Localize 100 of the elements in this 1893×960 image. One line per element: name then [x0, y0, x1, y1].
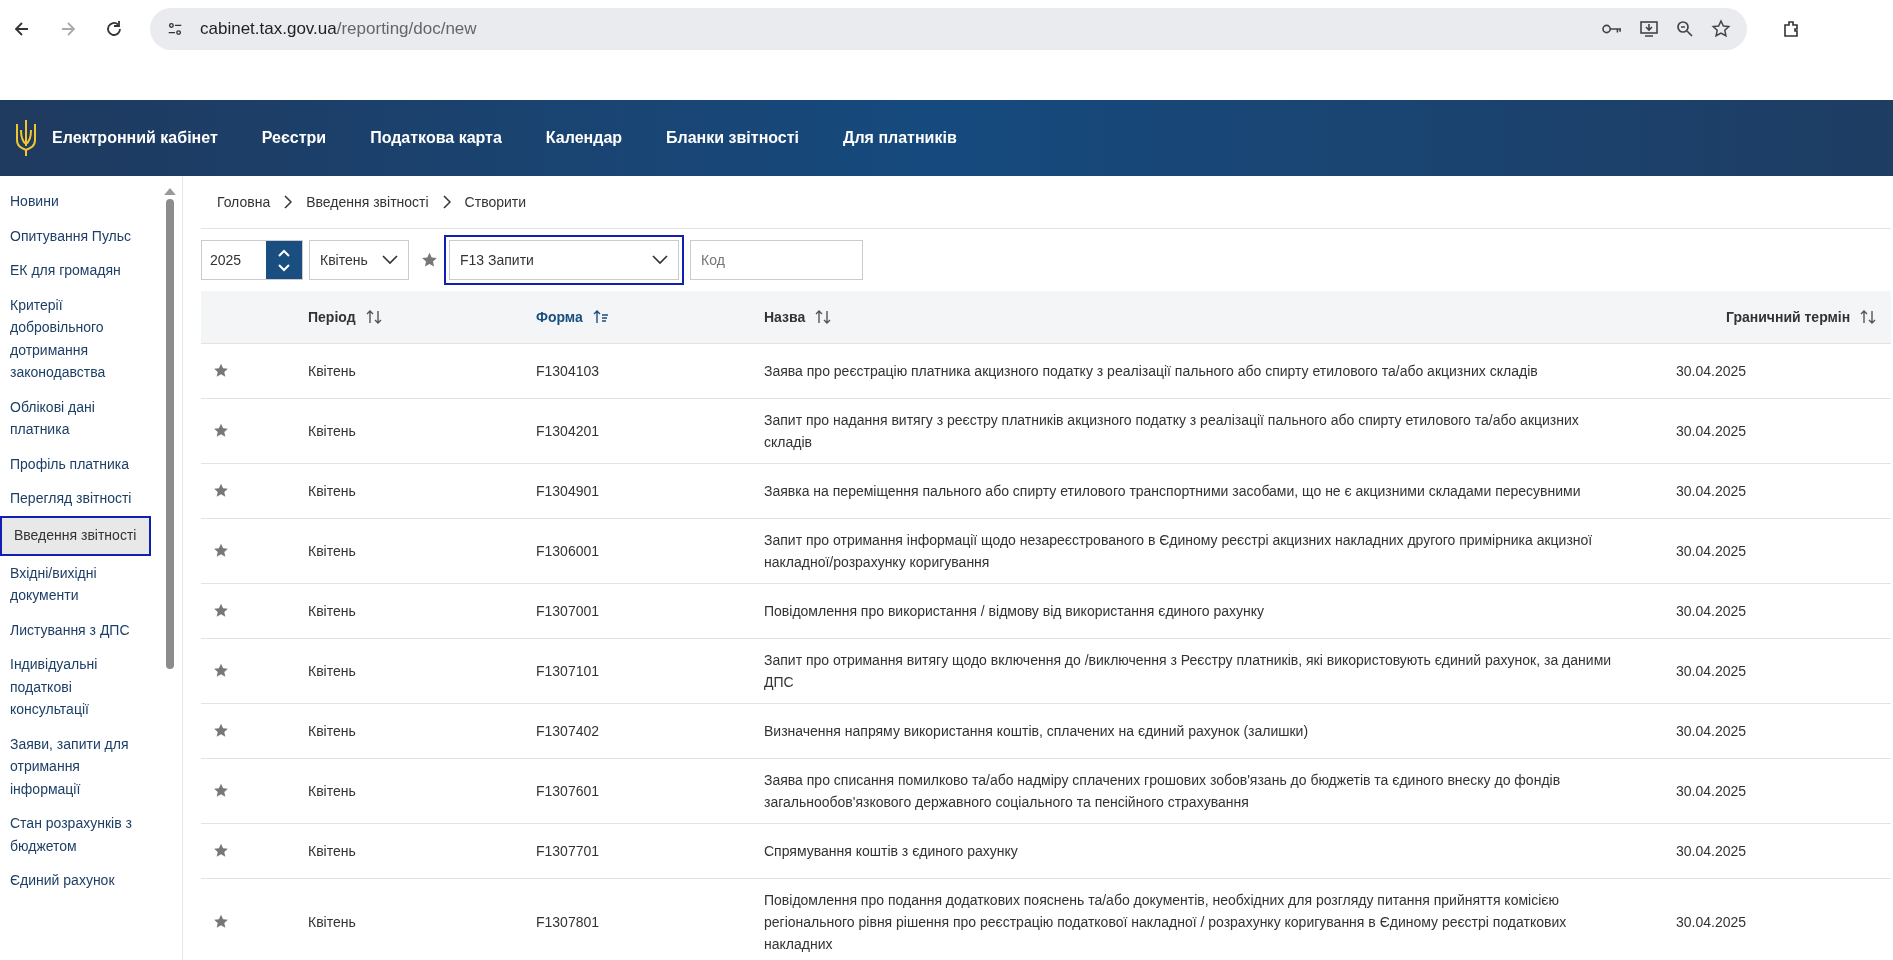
install-app-icon[interactable]: [1639, 19, 1659, 39]
sort-icon[interactable]: [365, 309, 382, 325]
table-cell-text: Квітень: [308, 542, 357, 561]
chevron-down-icon[interactable]: [652, 255, 668, 265]
nav-link[interactable]: Бланки звітності: [666, 129, 800, 147]
star-icon[interactable]: [421, 251, 438, 269]
table-cell-text: Визначення напряму використання коштів, сплачених на єдиний рахунок (залишки): [764, 722, 1310, 741]
breadcrumb-link[interactable]: Введення звітності: [306, 194, 429, 210]
table-cell-text: F1307601: [536, 782, 601, 801]
site-settings-icon[interactable]: [166, 20, 184, 38]
chevron-right-icon: [284, 195, 293, 209]
month-dropdown[interactable]: Квітень: [309, 240, 409, 280]
scrollbar-thumb[interactable]: [166, 199, 174, 669]
table-cell-text: Повідомлення про подання додаткових пояснень та/або документів, необхідних для розгляду питання прийняття комісією регіонального рівня рішення про реєстрацію податкової накладної / розрахунку коригування в Єдиному реєстрі податкових накладних: [764, 891, 1568, 954]
table-cell-text: 30.04.2025: [1676, 602, 1748, 621]
sidebar-item[interactable]: Облікові дані платника: [0, 389, 163, 447]
nav-link[interactable]: Реєстри: [261, 129, 327, 147]
sidebar-item[interactable]: Введення звітності: [0, 515, 151, 556]
table-cell-text: Квітень: [308, 602, 357, 621]
favorite-star-icon[interactable]: [213, 663, 229, 679]
code-field[interactable]: Код: [690, 240, 863, 280]
chevron-right-icon: [442, 195, 451, 209]
table-cell-text: F1307402: [536, 722, 601, 741]
table-cell-text: 30.04.2025: [1676, 722, 1748, 741]
trident-emblem-icon: [14, 118, 38, 158]
table-cell-text: 30.04.2025: [1676, 842, 1748, 861]
sort-ascending-icon[interactable]: [592, 309, 609, 325]
nav-link[interactable]: Для платників: [843, 129, 957, 147]
extensions-icon[interactable]: [1781, 19, 1801, 39]
brand-title[interactable]: Електронний кабінет: [52, 129, 218, 147]
table-cell-text: F1304201: [536, 422, 601, 441]
table-cell-text: Квітень: [308, 662, 357, 681]
sidebar-item[interactable]: Єдиний рахунок: [0, 863, 163, 898]
sort-icon[interactable]: [1860, 309, 1877, 325]
table-cell-text: Квітень: [308, 362, 357, 381]
favorite-star-icon[interactable]: [213, 723, 229, 739]
sidebar-item[interactable]: Листування з ДПС: [0, 612, 163, 647]
table-cell-text: Квітень: [308, 913, 357, 932]
table-cell-text: F1307801: [536, 913, 601, 932]
column-header[interactable]: Форма: [536, 309, 583, 325]
table-cell-text: F1307101: [536, 662, 601, 681]
table-cell-text: F1307701: [536, 842, 601, 861]
sidebar-item[interactable]: Профіль платника: [0, 446, 163, 481]
table-cell-text: F1307001: [536, 602, 601, 621]
form-group-dropdown[interactable]: F13 Запити: [449, 240, 679, 280]
table-cell-text: Запит про надання витягу з реєстру платників акцизного податку з реалізації пального або спирту етилового та/або акцизних складів: [764, 411, 1580, 452]
table-cell-text: 30.04.2025: [1676, 482, 1748, 501]
bookmark-star-icon[interactable]: [1711, 19, 1731, 39]
favorite-star-icon[interactable]: [213, 423, 229, 439]
favorite-star-icon[interactable]: [213, 843, 229, 859]
sidebar-item[interactable]: Новини: [0, 184, 163, 219]
favorite-star-icon[interactable]: [213, 603, 229, 619]
table-cell-text: F1304103: [536, 362, 601, 381]
table-cell-text: Повідомлення про використання / відмову від використання єдиного рахунку: [764, 602, 1265, 621]
table-cell-text: Запит про отримання витягу щодо включення до /виключення з Реєстру платників, які використовують єдиний рахунок, за даними ДПС: [764, 651, 1613, 692]
table-cell-text: 30.04.2025: [1676, 782, 1748, 801]
table-cell-text: Заява про списання помилково та/або надміру сплачених грошових зобов'язань до бюджетів та єдиного внеску до фондів загальнообов'язкового державного соціального та пенсійного страхування: [764, 771, 1562, 812]
sidebar-item[interactable]: Вхідні/вихідні документи: [0, 555, 163, 613]
sidebar-item[interactable]: ЕК для громадян: [0, 253, 163, 288]
sidebar-item[interactable]: Опитування Пульс: [0, 218, 163, 253]
table-cell-text: 30.04.2025: [1676, 542, 1748, 561]
reload-icon[interactable]: [104, 19, 124, 39]
table-cell-text: Квітень: [308, 722, 357, 741]
table-cell-text: 30.04.2025: [1676, 422, 1748, 441]
favorite-star-icon[interactable]: [213, 363, 229, 379]
table-cell-text: Квітень: [308, 842, 357, 861]
column-header[interactable]: Назва: [764, 309, 806, 325]
column-header[interactable]: Період: [308, 309, 356, 325]
favorite-star-icon[interactable]: [213, 914, 229, 930]
table-cell-text: F1306001: [536, 542, 601, 561]
sidebar-item[interactable]: Перегляд звітності: [0, 481, 163, 516]
favorite-star-icon[interactable]: [213, 783, 229, 799]
nav-link[interactable]: Податкова карта: [370, 129, 502, 147]
table-cell-text: Квітень: [308, 482, 357, 501]
table-cell-text: Заявка на переміщення пального або спирту етилового транспортними засобами, що не є акцизними складами пересувними: [764, 482, 1582, 501]
sidebar-item[interactable]: Індивідуальні податкові консультації: [0, 647, 163, 727]
table-cell-text: 30.04.2025: [1676, 662, 1748, 681]
breadcrumb-link[interactable]: Створити: [464, 194, 527, 210]
sidebar-item[interactable]: Стан розрахунків з бюджетом: [0, 806, 163, 863]
table-cell-text: 30.04.2025: [1676, 362, 1748, 381]
table-cell-text: F1304901: [536, 482, 601, 501]
table-cell-text: Квітень: [308, 422, 357, 441]
column-header[interactable]: Граничний термін: [1726, 309, 1851, 325]
favorite-star-icon[interactable]: [213, 483, 229, 499]
table-cell-text: 30.04.2025: [1676, 913, 1748, 932]
table-cell-text: Запит про отримання інформації щодо незареєстрованого в Єдиному реєстрі акцизних накладних другого примірника акцизної накладної/розрахунку коригування: [764, 531, 1594, 572]
breadcrumb-link[interactable]: Головна: [217, 194, 271, 210]
nav-link[interactable]: Календар: [545, 129, 623, 147]
sort-icon[interactable]: [815, 309, 832, 325]
favorite-star-icon[interactable]: [213, 543, 229, 559]
sidebar-item[interactable]: Критерії добровільного дотримання законодавства: [0, 287, 163, 390]
chevron-down-icon[interactable]: [382, 255, 398, 265]
table-cell-text: Квітень: [308, 782, 357, 801]
table-cell-text: Заява про реєстрацію платника акцизного податку з реалізації пального або спирту етилового та/або акцизних складів: [764, 362, 1539, 381]
url-text[interactable]: cabinet.tax.gov.ua/reporting/doc/new: [200, 19, 477, 39]
zoom-icon[interactable]: [1675, 19, 1695, 39]
address-bar[interactable]: cabinet.tax.gov.ua/reporting/doc/new: [150, 8, 1747, 50]
sidebar-item[interactable]: Заяви, запити для отримання інформації: [0, 726, 163, 806]
table-cell-text: Спрямування коштів з єдиного рахунку: [764, 842, 1019, 861]
scroll-up-icon[interactable]: [164, 188, 176, 195]
